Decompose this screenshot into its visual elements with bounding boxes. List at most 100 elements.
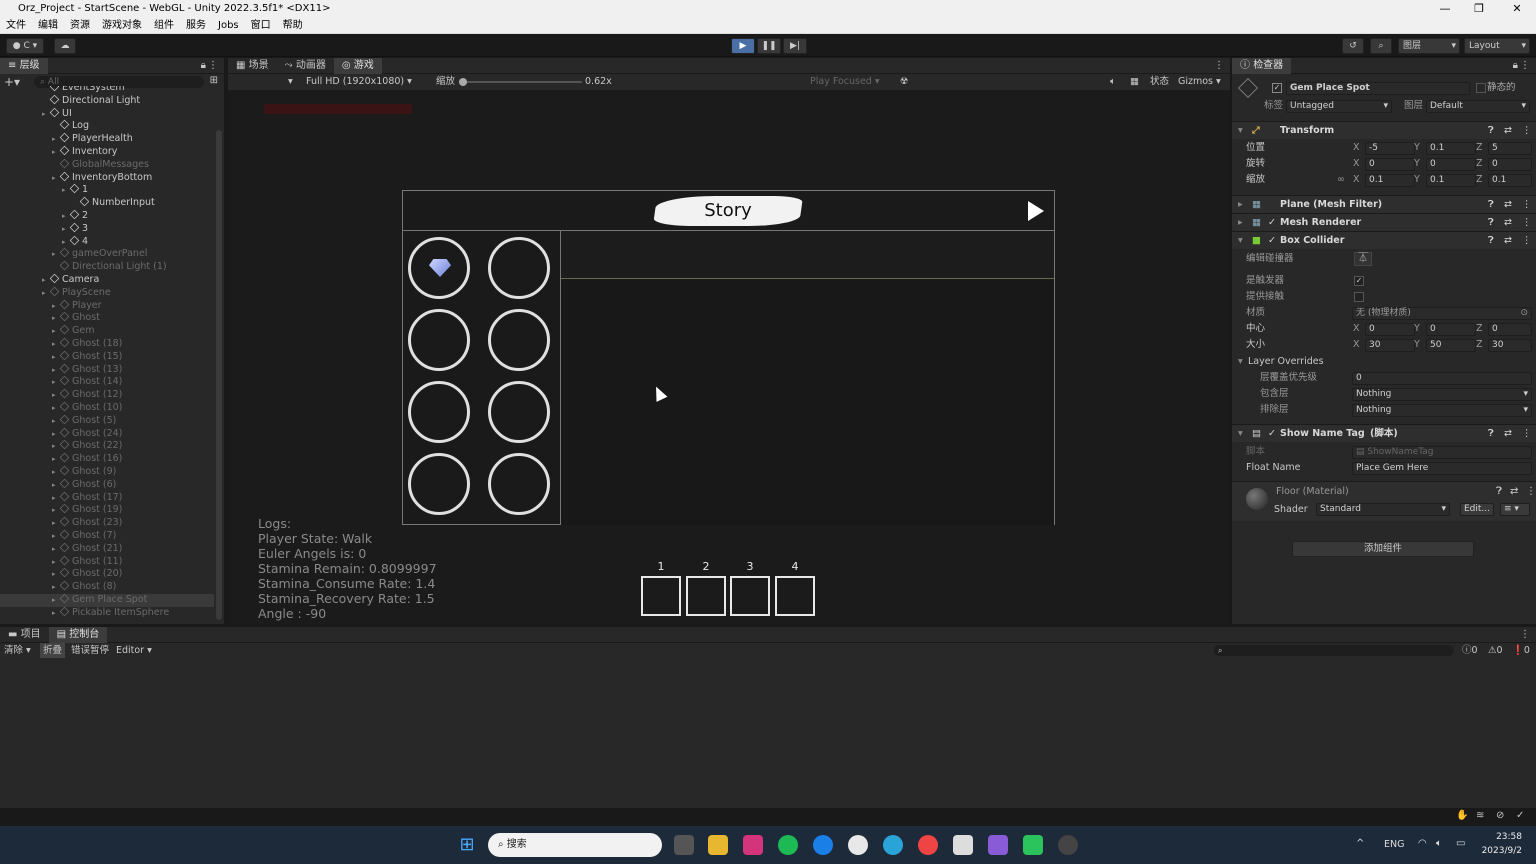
menu-file[interactable]: 文件 [6,20,26,31]
hierarchy-item[interactable]: ▸ Ghost (12) [0,388,214,402]
trigger-checkbox[interactable]: ✓ [1354,276,1364,286]
play-button[interactable]: ▶ [731,38,755,54]
app-icon[interactable] [743,835,763,855]
layout-dropdown[interactable]: Layout ▾ [1464,38,1530,54]
contacts-checkbox[interactable] [1354,292,1364,302]
enabled-checkbox[interactable]: ✓ [1268,214,1276,232]
wechat-icon[interactable] [1023,835,1043,855]
menu-services[interactable]: 服务 [186,20,206,31]
expand-arrow-icon[interactable]: ▸ [62,236,70,249]
expand-arrow-icon[interactable]: ▸ [42,287,50,300]
hierarchy-item[interactable]: ▸ Ghost (17) [0,491,214,505]
expand-arrow-icon[interactable]: ▸ [42,108,50,121]
priority-field[interactable]: 0 [1352,371,1532,385]
scale-x-field[interactable]: 0.1 [1365,173,1415,187]
shader-dropdown[interactable]: Standard ▾ [1316,503,1450,516]
help-icon[interactable]: ❓︎ [1488,122,1494,140]
hierarchy-item[interactable]: ▸ Camera [0,273,214,287]
battery-icon[interactable]: ▭ [1456,838,1465,849]
progress-icon[interactable]: ≋ [1476,810,1484,821]
notification-icon[interactable]: ✓ [1516,810,1524,821]
layer-dropdown[interactable]: Default ▾ [1426,99,1530,113]
hierarchy-item[interactable]: ▸ Ghost (23) [0,516,214,530]
layer-overrides-row[interactable]: ▾ Layer Overrides [1232,354,1536,370]
preset-icon[interactable]: ⇄ [1504,425,1512,443]
cloud-icon[interactable]: ☁ [54,38,76,54]
play-focused-dropdown[interactable]: Play Focused ▾ [810,74,880,90]
expand-arrow-icon[interactable]: ▸ [62,223,70,236]
inventory-slot[interactable] [488,237,550,299]
bake-icon[interactable]: ✋ [1456,810,1468,821]
info-count[interactable]: ⓘ0 [1462,643,1478,658]
pause-button[interactable]: ❚❚ [757,38,781,54]
expand-arrow-icon[interactable]: ▸ [52,607,60,620]
network-icon[interactable]: ⊘ [1496,810,1504,821]
scale-slider[interactable] [459,78,582,86]
expand-arrow-icon[interactable]: ▸ [52,300,60,313]
tab-game[interactable]: ◎ 游戏 [333,58,382,74]
bottom-slot[interactable] [641,576,681,616]
hierarchy-item[interactable]: ▸ Ghost (15) [0,350,214,364]
expand-arrow-icon[interactable]: ▸ [52,146,60,159]
edge-icon[interactable] [883,835,903,855]
expand-arrow-icon[interactable]: ▸ [52,517,60,530]
chrome-icon[interactable] [918,835,938,855]
script-header[interactable]: ▾ ▤ ✓ Show Name Tag (脚本) ❓︎ ⇄ ⋮ [1232,424,1536,442]
editor-dropdown[interactable]: Editor ▾ [116,643,152,658]
help-icon[interactable]: ❓︎ [1488,196,1494,214]
center-x-field[interactable]: 0 [1365,322,1415,336]
console-search-input[interactable]: ⌕ [1214,645,1454,656]
hierarchy-item[interactable]: ▸ Ghost (5) [0,414,214,428]
inventory-slot[interactable] [488,381,550,443]
menu-gameobject[interactable]: 游戏对象 [102,20,142,31]
menu-jobs[interactable]: Jobs [218,20,239,31]
hierarchy-item[interactable]: ▸ Ghost (16) [0,452,214,466]
tab-hierarchy[interactable]: ≡ 层级 [0,58,48,74]
taskbar-search[interactable]: ⌕ 搜索 [488,833,662,857]
tab-inspector[interactable]: ⓘ 检查器 [1232,58,1292,74]
expand-arrow-icon[interactable]: ▸ [52,376,60,389]
expand-arrow-icon[interactable]: ▸ [52,325,60,338]
size-x-field[interactable]: 30 [1365,338,1415,352]
file-explorer-icon[interactable] [708,835,728,855]
expand-arrow-icon[interactable]: ▸ [52,453,60,466]
material-field[interactable]: 无 (物理材质) ⊙ [1352,306,1532,320]
menu-edit[interactable]: 编辑 [38,20,58,31]
component-menu-icon[interactable]: ⋮ [1522,196,1532,214]
shader-menu-button[interactable]: ≡ ▾ [1500,503,1530,516]
preset-icon[interactable]: ⇄ [1510,486,1518,497]
component-menu-icon[interactable]: ⋮ [1522,214,1532,232]
clear-dropdown[interactable]: 清除 ▾ [4,643,31,658]
menu-window[interactable]: 窗口 [251,20,271,31]
k-app-icon[interactable] [813,835,833,855]
expand-arrow-icon[interactable]: ▸ [52,338,60,351]
scale-y-field[interactable]: 0.1 [1426,173,1476,187]
bottom-slot[interactable] [775,576,815,616]
warning-count[interactable]: ⚠0 [1488,643,1503,658]
hierarchy-item[interactable]: ▸ Ghost (24) [0,427,214,441]
maximize-icon[interactable]: ❐ [1462,0,1496,18]
inventory-slot[interactable] [408,381,470,443]
hierarchy-item[interactable]: ▸ Ghost (20) [0,568,214,581]
expand-arrow-icon[interactable]: ▸ [52,133,60,146]
preset-icon[interactable]: ⇄ [1504,196,1512,214]
collapse-icon[interactable]: ▾ [1238,232,1243,250]
expand-arrow-icon[interactable]: ▸ [52,248,60,261]
help-icon[interactable]: ❓︎ [1496,486,1502,497]
menu-assets[interactable]: 资源 [70,20,90,31]
mesh-renderer-header[interactable]: ▸ ▦ ✓ Mesh Renderer ❓︎ ⇄ ⋮ [1232,213,1536,231]
position-x-field[interactable]: -5 [1365,141,1415,155]
hierarchy-item[interactable]: ▸ Ghost (14) [0,376,214,389]
component-menu-icon[interactable]: ⋮ [1522,425,1532,443]
expand-arrow-icon[interactable]: ▸ [52,440,60,453]
hierarchy-item[interactable]: ▸ Gem [0,324,214,338]
search-icon[interactable]: ⌕ [1370,38,1392,54]
hierarchy-item[interactable]: ▸ 2 [0,209,214,223]
enabled-checkbox[interactable]: ✓ [1268,232,1276,250]
component-menu-icon[interactable]: ⋮ [1526,486,1536,497]
expand-arrow-icon[interactable]: ▸ [52,504,60,517]
hierarchy-item[interactable]: ▸ 4 [0,235,214,249]
add-component-button[interactable]: 添加组件 [1292,541,1474,557]
object-name-field[interactable]: Gem Place Spot [1286,81,1470,95]
hierarchy-item[interactable]: ▸ Ghost (19) [0,504,214,517]
